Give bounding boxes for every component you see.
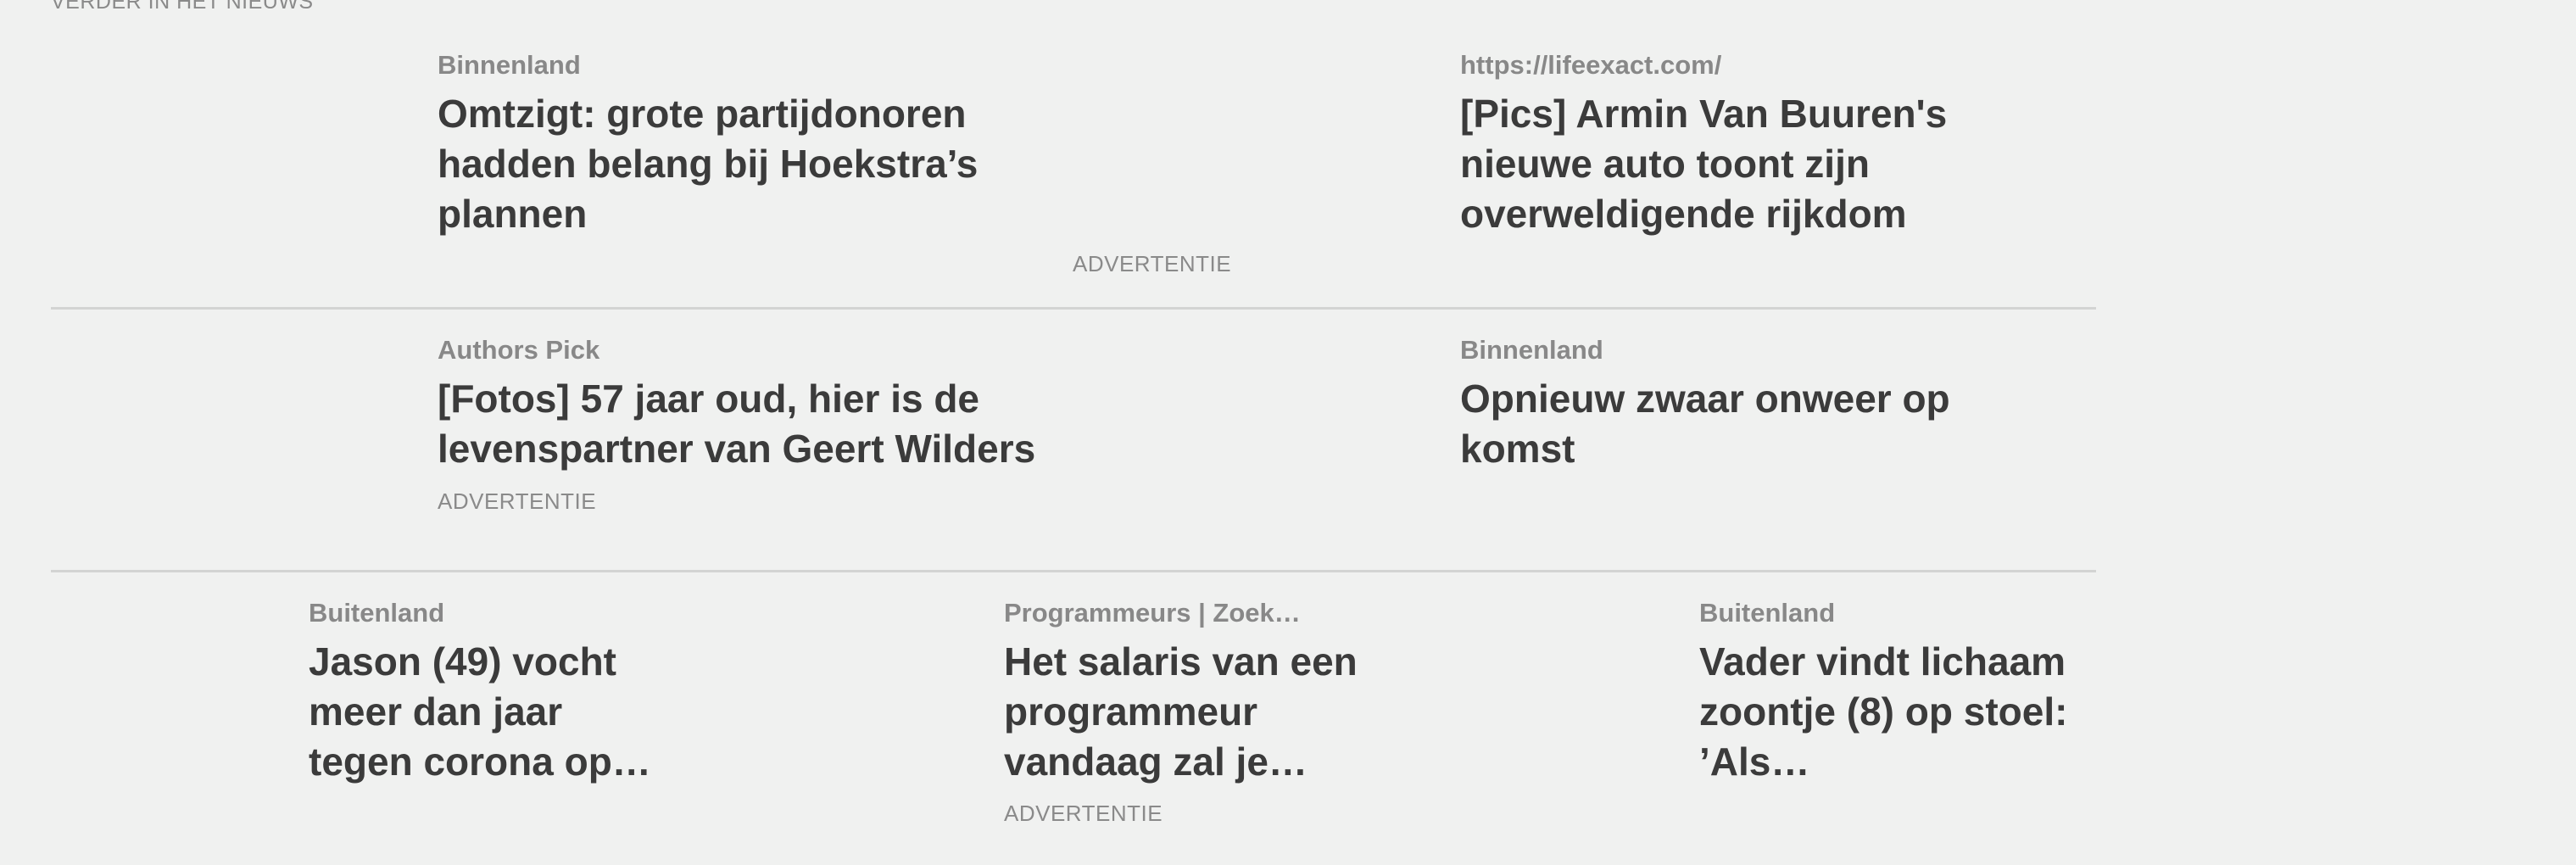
article-category: Binnenland: [438, 50, 581, 80]
article-headline[interactable]: Vader vindt lichaam zoontje (8) op stoel…: [1699, 637, 2072, 787]
article-category: Buitenland: [1699, 598, 1836, 628]
article-card[interactable]: Buitenland Jason (49) vocht meer dan jaa…: [309, 597, 665, 787]
news-feed-page: VERDER IN HET NIEUWS Binnenland Omtzigt:…: [0, 0, 2576, 865]
article-headline[interactable]: Omtzigt: grote partijdonoren hadden bela…: [438, 89, 1031, 239]
section-title: VERDER IN HET NIEUWS: [51, 0, 314, 14]
article-source: Programmeurs | Zoek…: [1004, 598, 1301, 628]
article-source: Authors Pick: [438, 335, 600, 365]
article-source: https://lifeexact.com/: [1460, 50, 1722, 80]
sponsored-article-card[interactable]: https://lifeexact.com/ [Pics] Armin Van …: [1460, 49, 1969, 239]
article-headline[interactable]: Jason (49) vocht meer dan jaar tegen cor…: [309, 637, 665, 787]
article-headline[interactable]: Het salaris van een programmeur vandaag …: [1004, 637, 1377, 787]
sponsored-article-card[interactable]: Programmeurs | Zoek… Het salaris van een…: [1004, 597, 1377, 787]
advertisement-label: ADVERTENTIE: [1073, 251, 1232, 276]
article-card[interactable]: Binnenland Omtzigt: grote partijdonoren …: [438, 49, 1031, 239]
article-card[interactable]: Buitenland Vader vindt lichaam zoontje (…: [1699, 597, 2072, 787]
article-category: Binnenland: [1460, 335, 1603, 365]
article-card[interactable]: Binnenland Opnieuw zwaar onweer op komst: [1460, 334, 2020, 474]
sponsored-article-card[interactable]: Authors Pick [Fotos] 57 jaar oud, hier i…: [438, 334, 1133, 474]
advertisement-label: ADVERTENTIE: [438, 488, 597, 514]
article-headline[interactable]: Opnieuw zwaar onweer op komst: [1460, 374, 2020, 474]
article-headline[interactable]: [Pics] Armin Van Buuren's nieuwe auto to…: [1460, 89, 1969, 239]
row-divider: [51, 570, 2096, 572]
article-headline[interactable]: [Fotos] 57 jaar oud, hier is de levenspa…: [438, 374, 1133, 474]
article-category: Buitenland: [309, 598, 445, 628]
row-divider: [51, 307, 2096, 310]
advertisement-label: ADVERTENTIE: [1004, 801, 1163, 826]
